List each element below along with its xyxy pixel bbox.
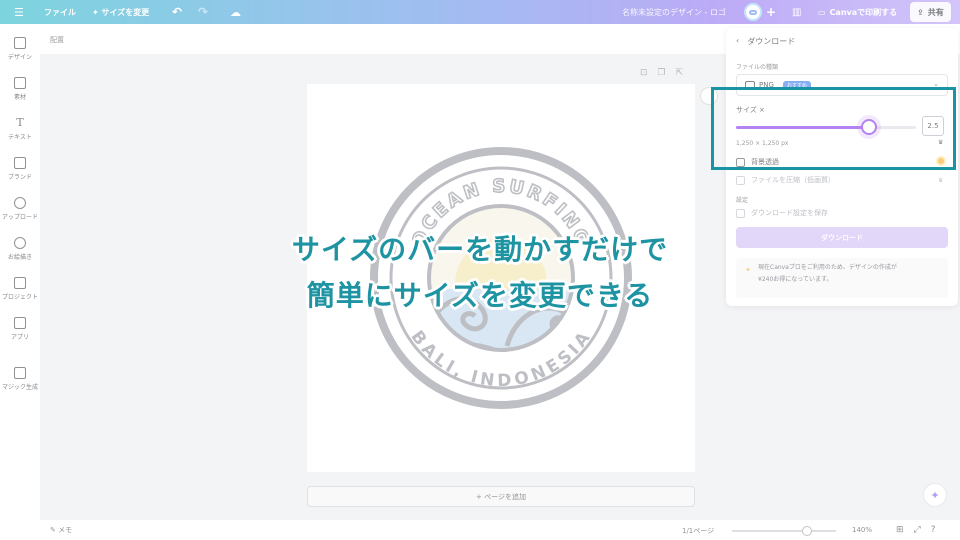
undo-icon[interactable]: ↶ (172, 0, 182, 24)
brand-icon (14, 157, 26, 169)
compress-checkbox[interactable] (736, 175, 745, 185)
caption-line-1: サイズのバーを動かすだけで (291, 233, 669, 266)
grid-view-icon[interactable]: ⊞ (896, 525, 904, 535)
top-bar: ☰ ファイル ✦ サイズを変更 ↶ ↷ ☁ 名称未設定のデザイン - ロゴ + … (0, 0, 960, 24)
fullscreen-icon[interactable]: ⤢ (914, 525, 921, 535)
zoom-level[interactable]: 140% (852, 526, 872, 534)
apps-icon (14, 317, 26, 329)
share-button[interactable]: ⇪ 共有 (910, 2, 951, 22)
sidebar-item-label: プロジェクト (1, 294, 38, 301)
avatar[interactable] (744, 3, 762, 21)
bottom-bar: ✎ メモ 1/1ページ 140% ⊞ ⤢ ? (40, 520, 960, 540)
duplicate-icon[interactable]: ❐ (658, 68, 666, 78)
upload-icon (14, 197, 26, 209)
hamburger-icon[interactable]: ☰ (14, 0, 24, 24)
sidebar: デザイン 素材 T テキスト ブランド アップロード お絵描き プロジェクト ア… (0, 24, 40, 540)
sidebar-item-projects[interactable]: プロジェクト (0, 277, 40, 301)
file-type-label: ファイルの種類 (736, 64, 779, 71)
text-icon: T (16, 116, 24, 129)
settings-label: 設定 (736, 197, 749, 204)
magic-icon (14, 367, 26, 379)
memo-button[interactable]: ✎ メモ (50, 525, 72, 535)
memo-label: メモ (58, 526, 73, 534)
zoom-slider[interactable] (732, 530, 836, 532)
position-button[interactable]: 配置 (50, 35, 64, 45)
draw-icon (14, 237, 26, 249)
help-icon[interactable]: ? (931, 525, 936, 535)
shapes-icon (14, 77, 26, 89)
compress-label: ファイルを圧縮（低画質） (751, 176, 835, 184)
compress-option[interactable]: ファイルを圧縮（低画質） (736, 175, 835, 185)
layout-icon (14, 37, 26, 49)
sidebar-item-label: お絵描き (7, 254, 32, 261)
sidebar-item-label: ブランド (7, 174, 32, 181)
sparkle-icon[interactable]: ✦ (923, 483, 947, 507)
back-icon[interactable]: ‹ (736, 36, 739, 47)
zoom-slider-thumb[interactable] (802, 526, 812, 536)
folder-icon (14, 277, 26, 289)
sidebar-item-design[interactable]: デザイン (0, 37, 40, 61)
sidebar-item-label: デザイン (7, 54, 32, 61)
file-menu[interactable]: ファイル (44, 0, 76, 24)
share-label: 共有 (927, 7, 944, 17)
page-count[interactable]: 1/1ページ (682, 526, 714, 536)
sidebar-item-label: マジック生成 (1, 384, 38, 391)
sidebar-item-apps[interactable]: アプリ (0, 317, 40, 341)
sidebar-item-label: テキスト (8, 134, 32, 141)
view-controls: ⊞ ⤢ ? (896, 525, 936, 535)
sidebar-item-uploads[interactable]: アップロード (0, 197, 40, 221)
insights-icon[interactable]: ▥ (792, 0, 801, 24)
save-settings-checkbox[interactable] (736, 208, 745, 218)
sidebar-item-magic[interactable]: マジック生成 (0, 367, 40, 391)
sidebar-item-label: 素材 (13, 94, 26, 101)
truck-icon: ▭ (818, 7, 826, 17)
print-label: Canvaで印刷する (829, 7, 898, 17)
panel-header: ‹ ダウンロード (736, 36, 795, 47)
document-title[interactable]: 名称未設定のデザイン - ロゴ (622, 0, 726, 24)
crown-icon: ♛ (938, 177, 944, 184)
sidebar-item-elements[interactable]: 素材 (0, 77, 40, 101)
share-icon: ⇪ (917, 7, 924, 17)
save-settings-label: ダウンロード設定を保存 (751, 209, 828, 217)
add-collaborator-icon[interactable]: + (766, 0, 776, 24)
resize-button[interactable]: ✦ サイズを変更 (92, 0, 149, 24)
note-line-1: 現在Canvaプロをご利用のため、デザインの作成が (758, 264, 897, 271)
sidebar-item-label: アプリ (10, 334, 29, 341)
share-page-icon[interactable]: ⇱ (676, 68, 684, 78)
redo-icon[interactable]: ↷ (198, 0, 208, 24)
panel-title: ダウンロード (747, 37, 796, 46)
sidebar-item-text[interactable]: T テキスト (0, 116, 40, 142)
sidebar-item-draw[interactable]: お絵描き (0, 237, 40, 261)
sidebar-item-label: アップロード (1, 214, 38, 221)
sidebar-item-brand[interactable]: ブランド (0, 157, 40, 181)
save-settings-option[interactable]: ダウンロード設定を保存 (736, 208, 828, 218)
cloud-save-icon[interactable]: ☁ (230, 0, 241, 24)
caption-line-2: 簡単にサイズを変更できる (306, 279, 654, 312)
lock-icon[interactable]: ⊡ (640, 68, 648, 78)
print-button[interactable]: ▭ Canvaで印刷する (818, 0, 897, 24)
note-line-2: ¥240お得になっています。 (758, 276, 833, 283)
page-tools: ⊡ ❐ ⇱ (640, 68, 683, 78)
add-page-button[interactable]: + ページを追加 (307, 486, 695, 507)
size-highlight-box (711, 87, 956, 170)
